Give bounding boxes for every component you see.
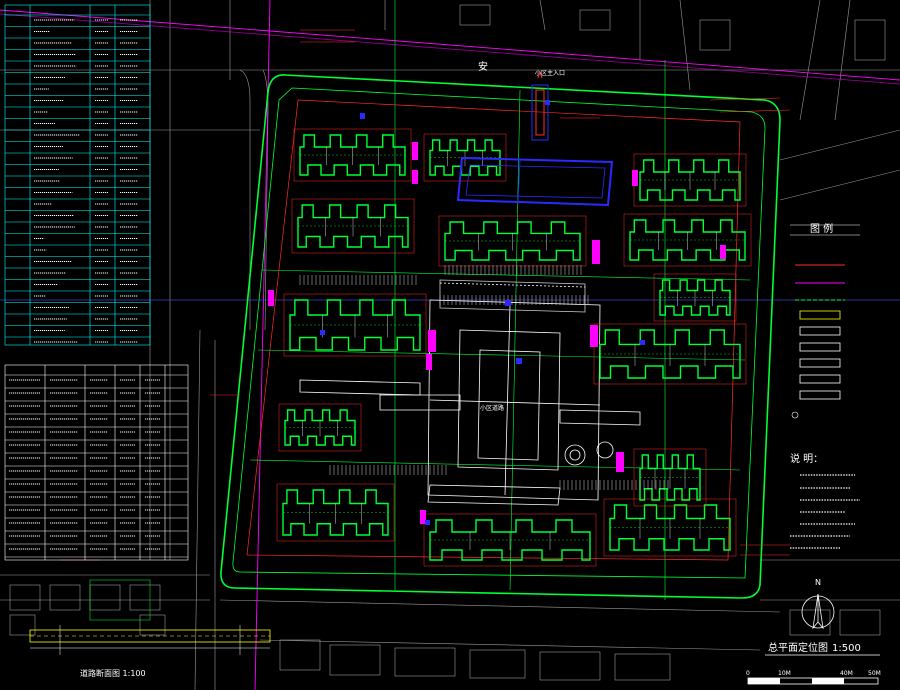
community-building	[458, 158, 612, 205]
building-block	[604, 499, 736, 556]
building-block	[594, 324, 746, 384]
building-block	[634, 154, 746, 206]
legend-heading: 图 例	[810, 222, 833, 235]
table-text	[9, 20, 160, 549]
scale-bar-40: 40M	[840, 670, 853, 677]
drawing-title: 总平面定位图	[768, 641, 828, 654]
data-table-top	[5, 5, 150, 345]
notes-lines	[790, 475, 860, 548]
building-block	[624, 214, 751, 266]
parking-rows	[300, 265, 668, 490]
building-block	[284, 294, 426, 356]
road-section-caption: 道路断面图 1:100	[80, 668, 146, 678]
main-gate-label: 小区主入口	[535, 69, 565, 77]
building-block	[294, 129, 411, 181]
main-gate	[532, 72, 548, 140]
annotation-leaders	[60, 30, 790, 560]
building-block	[277, 484, 394, 541]
drawing-scale: 1:500	[832, 643, 861, 654]
building-block	[634, 449, 706, 506]
ring-road-label: 小区道路	[480, 404, 504, 412]
building-block	[654, 274, 736, 321]
residential-buildings	[277, 129, 751, 566]
north-road-label: 安	[478, 60, 488, 73]
legend-box	[790, 225, 860, 418]
central-courtyard	[300, 280, 640, 505]
building-block	[292, 199, 414, 253]
scale-bar-50: 50M	[868, 670, 881, 677]
cad-viewport[interactable]: 道路断面图 1:100 图 例 说 明： N 总平面定位图 1:500 0 10…	[0, 0, 900, 690]
notes-heading: 说 明：	[790, 452, 823, 465]
building-block	[439, 216, 586, 266]
data-table-bottom	[5, 365, 188, 560]
site-plan-drawing[interactable]: 道路断面图 1:100 图 例 说 明： N 总平面定位图 1:500 0 10…	[0, 0, 900, 690]
road-section	[30, 580, 270, 655]
scale-bar-0: 0	[746, 670, 750, 677]
north-letter: N	[815, 578, 821, 587]
scale-bar-10: 10M	[778, 670, 791, 677]
building-block	[279, 404, 361, 451]
scale-bar	[748, 678, 878, 684]
north-arrow-icon	[802, 594, 834, 628]
